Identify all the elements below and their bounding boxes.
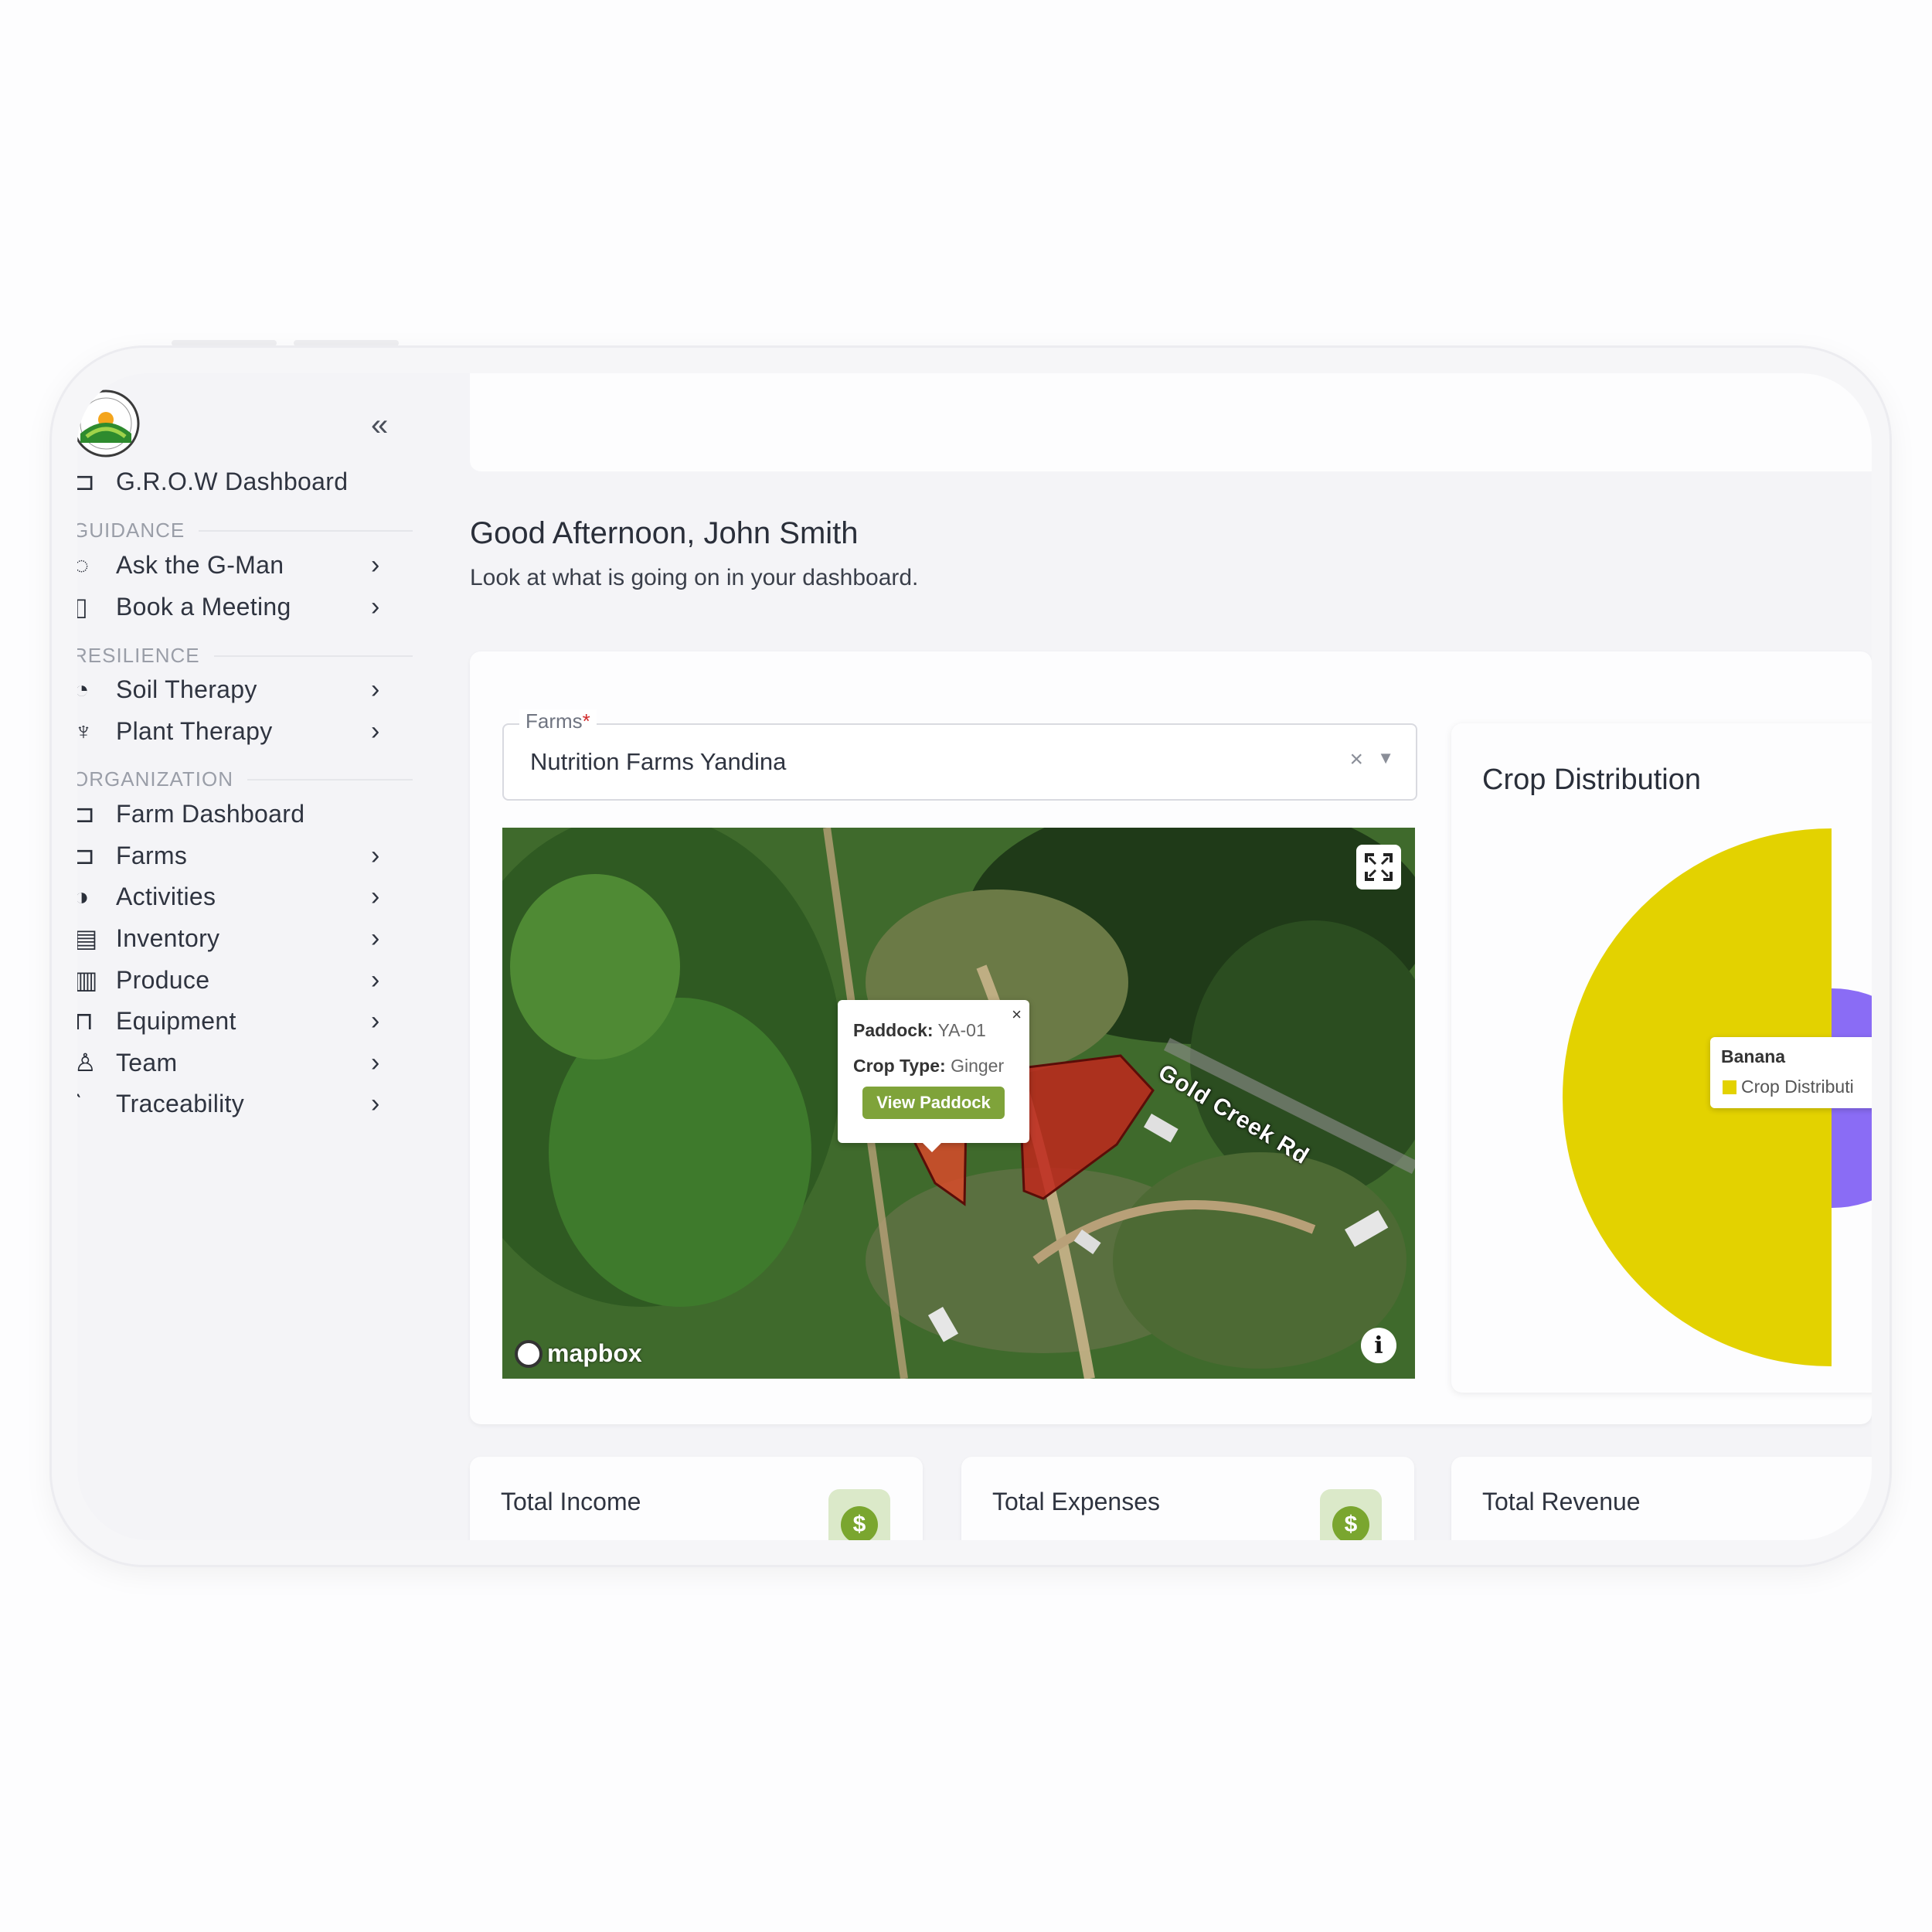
chevron-right-icon: › bbox=[371, 1047, 380, 1077]
legend-swatch bbox=[1723, 1080, 1736, 1094]
info-icon[interactable]: i bbox=[1361, 1328, 1396, 1363]
dollar-icon: $ bbox=[1320, 1489, 1382, 1540]
sidebar-item-farms[interactable]: ⊐ Farms › bbox=[77, 832, 402, 879]
dashboard-icon: ⊐ bbox=[77, 468, 95, 495]
farm-dashboard-icon: ⊐ bbox=[77, 800, 95, 828]
app-screen: « ⊐ G.R.O.W Dashboard GUIDANCE ◌ Ask the… bbox=[77, 373, 1872, 1540]
chevron-right-icon: › bbox=[371, 1005, 380, 1036]
chevron-right-icon: › bbox=[371, 549, 380, 580]
section-label-resilience: RESILIENCE bbox=[77, 644, 413, 668]
mapbox-mark-icon bbox=[515, 1339, 543, 1368]
chevron-right-icon: › bbox=[371, 964, 380, 995]
inventory-icon: ▤ bbox=[77, 924, 98, 952]
total-expenses-card: Total Expenses $ bbox=[961, 1457, 1414, 1540]
traceability-icon: ˋ bbox=[77, 1089, 83, 1117]
dollar-icon: $ bbox=[828, 1489, 890, 1540]
farms-select-label: Farms* bbox=[519, 709, 597, 733]
sidebar-item-team[interactable]: ♙ Team › bbox=[77, 1039, 402, 1086]
popup-paddock-row: Paddock: YA-01 bbox=[853, 1020, 986, 1040]
chart-tooltip: Banana Crop Distributi bbox=[1710, 1037, 1872, 1108]
grow-logo bbox=[77, 389, 140, 457]
activities-icon: ◑ bbox=[77, 882, 90, 910]
sidebar-item-farm-dashboard[interactable]: ⊐ Farm Dashboard bbox=[77, 791, 402, 837]
page-subtitle: Look at what is going on in your dashboa… bbox=[470, 565, 919, 590]
fullscreen-icon bbox=[1365, 853, 1393, 881]
farms-icon: ⊐ bbox=[77, 842, 95, 869]
soil-icon: ◔ bbox=[77, 675, 90, 703]
sidebar-item-grow-dashboard[interactable]: ⊐ G.R.O.W Dashboard bbox=[77, 458, 402, 505]
section-label-guidance: GUIDANCE bbox=[77, 519, 413, 543]
sidebar-item-plant-therapy[interactable]: ♆ Plant Therapy › bbox=[77, 708, 402, 754]
chevron-right-icon: › bbox=[371, 674, 380, 704]
chevron-right-icon: › bbox=[371, 840, 380, 870]
sidebar-item-produce[interactable]: ▥ Produce › bbox=[77, 957, 402, 1003]
team-icon: ♙ bbox=[77, 1049, 97, 1077]
produce-icon: ▥ bbox=[77, 966, 98, 994]
sidebar-item-inventory[interactable]: ▤ Inventory › bbox=[77, 915, 402, 961]
total-income-card: Total Income $ bbox=[470, 1457, 923, 1540]
sidebar-item-activities[interactable]: ◑ Activities › bbox=[77, 873, 402, 920]
sidebar-item-equipment[interactable]: ⊓ Equipment › bbox=[77, 998, 402, 1044]
clear-icon[interactable]: × bbox=[1349, 747, 1363, 773]
calendar-icon: ▯ bbox=[77, 593, 88, 621]
chevron-down-icon[interactable]: ▼ bbox=[1377, 748, 1394, 768]
top-bar bbox=[470, 373, 1872, 471]
paddock-popup: × Paddock: YA-01 Crop Type: Ginger View … bbox=[838, 1000, 1029, 1143]
chevron-right-icon: › bbox=[371, 923, 380, 953]
sidebar-item-soil-therapy[interactable]: ◔ Soil Therapy › bbox=[77, 666, 402, 713]
total-revenue-card: Total Revenue $ bbox=[1451, 1457, 1872, 1540]
farms-select-value: Nutrition Farms Yandina bbox=[530, 748, 787, 775]
mapbox-logo[interactable]: mapbox bbox=[515, 1339, 642, 1368]
equipment-icon: ⊓ bbox=[77, 1007, 94, 1035]
device-button-right bbox=[294, 340, 399, 346]
chevron-right-icon: › bbox=[371, 881, 380, 911]
chevron-right-icon: › bbox=[371, 1088, 380, 1118]
crop-distribution-card: Crop Distribution Banana Crop Distributi bbox=[1451, 723, 1872, 1393]
view-paddock-button[interactable]: View Paddock bbox=[862, 1087, 1005, 1119]
sidebar-item-ask-the-g-man[interactable]: ◌ Ask the G-Man › bbox=[77, 542, 402, 588]
farm-map[interactable]: Gold Creek Rd × Paddock: YA-01 Crop Type… bbox=[502, 828, 1415, 1379]
popup-crop-row: Crop Type: Ginger bbox=[853, 1056, 1005, 1076]
section-label-organization: ORGANIZATION bbox=[77, 767, 413, 791]
farms-select[interactable]: Farms* Nutrition Farms Yandina × ▼ bbox=[502, 709, 1417, 801]
sidebar: « ⊐ G.R.O.W Dashboard GUIDANCE ◌ Ask the… bbox=[77, 373, 413, 1540]
popup-pointer bbox=[921, 1141, 943, 1152]
sidebar-item-book-a-meeting[interactable]: ▯ Book a Meeting › bbox=[77, 583, 402, 630]
page-title: Good Afternoon, John Smith bbox=[470, 516, 859, 550]
fullscreen-button[interactable] bbox=[1356, 845, 1401, 889]
sidebar-item-traceability[interactable]: ˋ Traceability › bbox=[77, 1080, 402, 1127]
collapse-sidebar-button[interactable]: « bbox=[371, 408, 388, 443]
close-icon[interactable]: × bbox=[1012, 1005, 1022, 1025]
chevron-right-icon: › bbox=[371, 716, 380, 746]
plant-icon: ♆ bbox=[77, 716, 93, 745]
chat-icon: ◌ bbox=[77, 550, 90, 579]
chevron-right-icon: › bbox=[371, 591, 380, 621]
device-button-left bbox=[172, 340, 277, 346]
